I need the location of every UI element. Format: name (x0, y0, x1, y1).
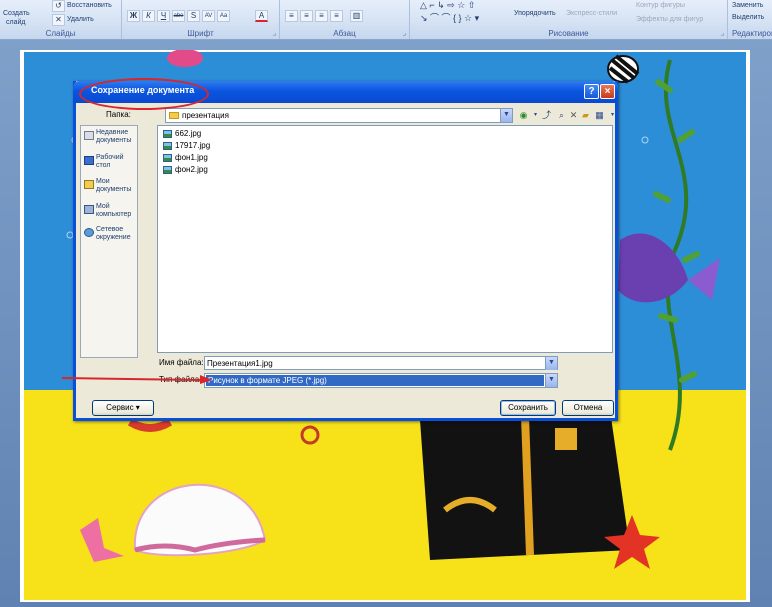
image-file-icon (163, 142, 172, 150)
align-right-icon[interactable]: ≡ (315, 10, 328, 22)
annotation-circle (79, 78, 209, 110)
font-dialog-launcher-icon[interactable]: ⌟ (273, 29, 276, 37)
drawing-dialog-launcher-icon[interactable]: ⌟ (721, 29, 724, 37)
shapes-gallery-top[interactable]: △ ⌐ ↳ ⇨ ☆ ⇧ (420, 0, 475, 11)
underline-button[interactable]: Ч (157, 10, 170, 22)
file-name: фон1.jpg (175, 153, 208, 162)
new-folder-icon[interactable]: ▰ (579, 109, 592, 122)
shapes-gallery[interactable]: ↘ ⌒ ⌒ { } ☆ ▾ (420, 11, 479, 24)
justify-icon[interactable]: ≡ (330, 10, 343, 22)
place-label: Рабочий стол (96, 154, 124, 169)
conch-icon (80, 518, 124, 562)
close-button[interactable]: × (600, 84, 615, 99)
filename-label: Имя файла: (159, 358, 204, 367)
folder-select[interactable]: презентация ▼ (165, 108, 513, 123)
place-label: Мои документы (96, 178, 132, 193)
slides-group-label: Слайды (45, 29, 76, 38)
views-dropdown-icon[interactable]: ▾ (606, 109, 619, 122)
align-left-icon[interactable]: ≡ (285, 10, 298, 22)
editing-group: Заменить Выделить Редактирова (728, 0, 772, 39)
service-button[interactable]: Сервис ▾ (92, 400, 154, 416)
columns-icon[interactable]: ▥ (350, 10, 363, 22)
restore-icon[interactable]: ↺ (52, 0, 65, 12)
place-my-documents[interactable]: Мои документы (84, 178, 138, 202)
crab-icon (127, 418, 173, 432)
new-slide-label[interactable]: Создать (3, 10, 30, 17)
desktop-icon (84, 156, 94, 165)
image-file-icon (163, 130, 172, 138)
filename-value: Презентация1.jpg (207, 359, 273, 368)
case-button[interactable]: Aa (217, 10, 230, 22)
my-computer-icon (84, 205, 94, 214)
delete-icon[interactable]: ✕ (52, 14, 65, 26)
up-folder-icon[interactable]: ⤴ (540, 109, 553, 122)
font-group: Ж К Ч abe S AV Aa A Шрифт ⌟ (122, 0, 280, 39)
my-documents-icon (84, 180, 94, 189)
save-button[interactable]: Сохранить (500, 400, 556, 416)
file-name: 17917.jpg (175, 141, 211, 150)
file-name: 662.jpg (175, 129, 202, 138)
views-icon[interactable]: ▦ (593, 109, 606, 122)
font-group-label: Шрифт (187, 29, 214, 38)
filename-input[interactable]: Презентация1.jpg ▼ (204, 356, 558, 370)
restore-button[interactable]: Восстановить (67, 2, 112, 9)
shape-outline-button[interactable]: Контур фигуры (636, 2, 685, 9)
ribbon: Создать слайд ↺ Восстановить ✕ Удалить С… (0, 0, 772, 40)
place-label: Недавние документы (96, 129, 132, 144)
paragraph-dialog-launcher-icon[interactable]: ⌟ (403, 29, 406, 37)
bold-button[interactable]: Ж (127, 10, 140, 22)
place-my-computer[interactable]: Мой компьютер (84, 203, 138, 225)
filetype-select[interactable]: Рисунок в формате JPEG (*.jpg) ▼ (204, 373, 558, 388)
new-slide-sublabel[interactable]: слайд (6, 19, 25, 26)
place-label: Сетевое окружение (96, 226, 131, 241)
folder-value: презентация (182, 111, 229, 120)
chevron-down-icon[interactable]: ▼ (545, 357, 557, 370)
filetype-value: Рисунок в формате JPEG (*.jpg) (206, 375, 544, 386)
arrange-button[interactable]: Упорядочить (514, 10, 556, 17)
folder-label: Папка: (106, 110, 131, 119)
place-recent-documents[interactable]: Недавние документы (84, 129, 138, 153)
network-icon (84, 228, 94, 237)
spacing-button[interactable]: AV (202, 10, 215, 22)
coral-top-icon (167, 50, 203, 67)
slides-group: Создать слайд ↺ Восстановить ✕ Удалить С… (0, 0, 122, 39)
image-file-icon (163, 154, 172, 162)
annotation-arrow-icon (62, 375, 212, 384)
italic-button[interactable]: К (142, 10, 155, 22)
shape-effects-button[interactable]: Эффекты для фигур (636, 16, 703, 23)
drawing-group-label: Рисование (548, 29, 589, 38)
file-name: фон2.jpg (175, 165, 208, 174)
font-color-button[interactable]: A (255, 10, 268, 22)
help-button[interactable]: ? (584, 84, 599, 99)
replace-button[interactable]: Заменить (732, 2, 763, 9)
chevron-down-icon[interactable]: ▼ (500, 109, 512, 122)
select-button[interactable]: Выделить (732, 14, 764, 21)
place-network[interactable]: Сетевое окружение (84, 226, 138, 248)
image-file-icon (163, 166, 172, 174)
places-bar: Недавние документы Рабочий стол Мои доку… (80, 125, 138, 358)
shadow-button[interactable]: S (187, 10, 200, 22)
place-desktop[interactable]: Рабочий стол (84, 154, 138, 176)
place-label: Мой компьютер (96, 203, 132, 218)
paragraph-group: ≡ ≡ ≡ ≡ ▥ Абзац ⌟ (280, 0, 410, 39)
recent-docs-icon (84, 131, 94, 140)
align-center-icon[interactable]: ≡ (300, 10, 313, 22)
chevron-down-icon[interactable]: ▼ (545, 374, 557, 387)
cancel-button[interactable]: Отмена (562, 400, 614, 416)
drawing-group: △ ⌐ ↳ ⇨ ☆ ⇧ ↘ ⌒ ⌒ { } ☆ ▾ Упорядочить Эк… (410, 0, 728, 39)
strikethrough-button[interactable]: abe (172, 10, 185, 22)
paragraph-group-label: Абзац (333, 29, 356, 38)
file-list[interactable]: 662.jpg 17917.jpg фон1.jpg фон2.jpg (157, 125, 613, 353)
folder-icon (169, 112, 179, 119)
service-label: Сервис (106, 403, 134, 412)
quick-styles-button[interactable]: Экспресс-стили (566, 10, 617, 17)
delete-button[interactable]: Удалить (67, 16, 94, 23)
editing-group-label: Редактирова (732, 29, 772, 38)
